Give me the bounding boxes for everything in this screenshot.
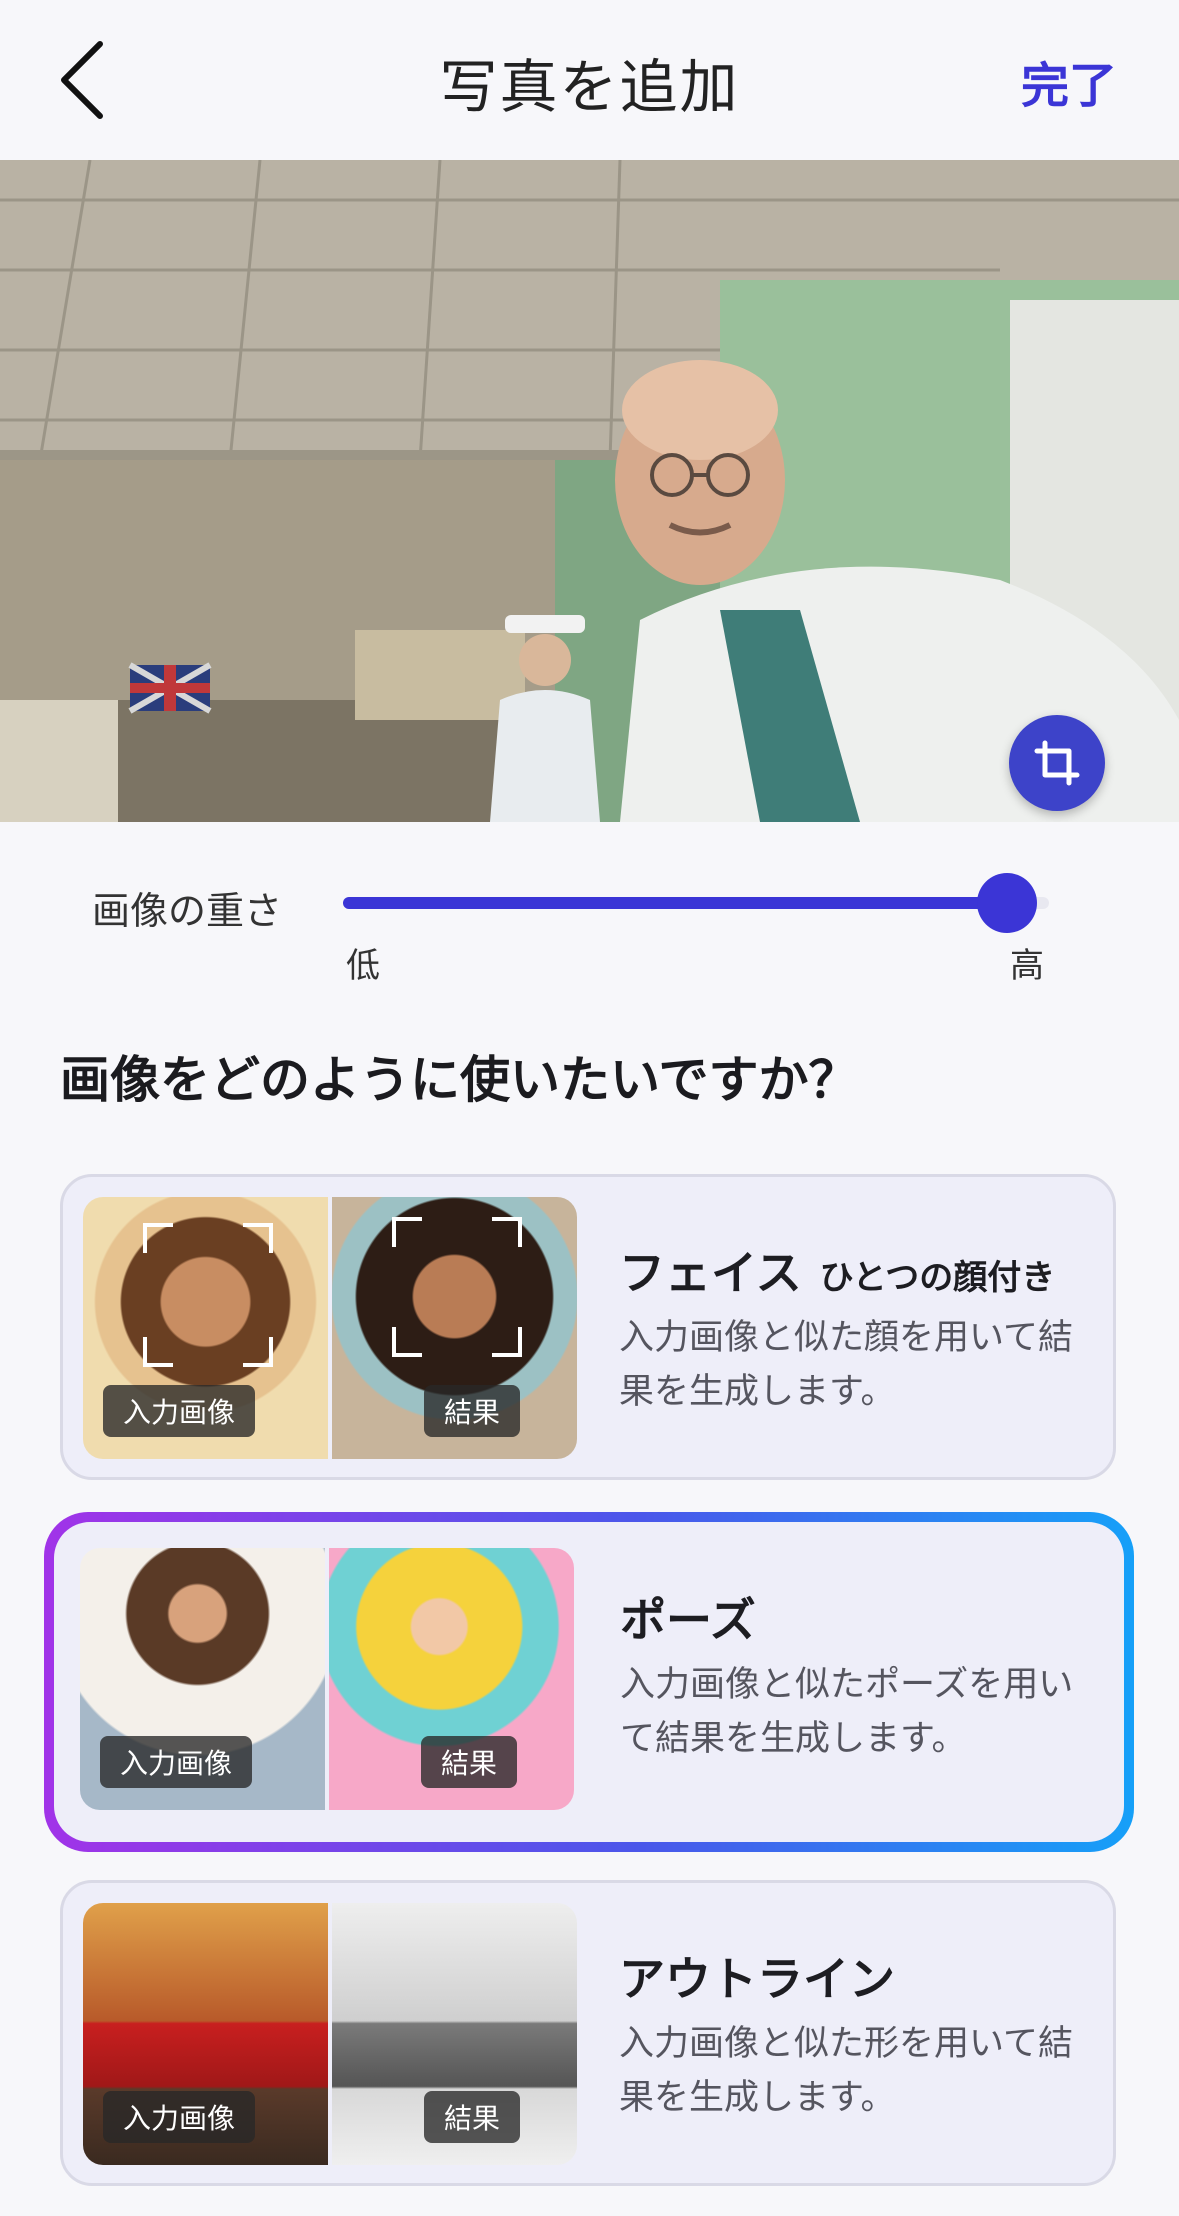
option-title: アウトライン <box>619 1943 895 2009</box>
crop-icon <box>1034 740 1080 786</box>
option-title-text: アウトライン <box>619 1952 895 2006</box>
input-image-tag: 入力画像 <box>103 2091 256 2143</box>
done-button[interactable]: 完了 <box>1021 46 1117 116</box>
add-photo-sheet: 写真を追加 完了 画像の重さ 低 高 画像をどのように使いたいですか？ 入力画像… <box>0 0 1179 2216</box>
image-weight-slider[interactable] <box>343 873 1049 933</box>
usage-question: 画像をどのように使いたいですか？ <box>60 1051 859 1109</box>
option-description: 入力画像と似た顔を用いて結果を生成します。 <box>619 1318 1073 1412</box>
photo-illustration <box>0 160 1179 822</box>
outline-example-images: 入力画像 結果 <box>83 1903 577 2165</box>
outline-result-image: 結果 <box>332 1903 577 2165</box>
pose-result-image: 結果 <box>329 1548 574 1810</box>
option-outline[interactable]: 入力画像 結果 アウトライン 入力画像と似た形を用いて結果を生成します。 <box>60 1880 1116 2186</box>
option-pose-inner: 入力画像 結果 ポーズ 入力画像と似たポーズを用いて結果を生成します。 <box>54 1522 1124 1842</box>
uploaded-photo <box>0 160 1179 822</box>
face-frame-corner <box>492 1217 522 1247</box>
input-image-tag: 入力画像 <box>103 1385 256 1437</box>
slider-low-label: 低 <box>346 946 380 986</box>
crop-button[interactable] <box>1009 715 1105 811</box>
option-title-text: フェイス <box>619 1246 802 1300</box>
page-title: 写真を追加 <box>439 53 740 121</box>
result-tag: 結果 <box>424 2091 521 2143</box>
option-description: 入力画像と似た形を用いて結果を生成します。 <box>619 2024 1073 2118</box>
option-description: 入力画像と似たポーズを用いて結果を生成します。 <box>620 1665 1074 1759</box>
slider-thumb[interactable] <box>976 873 1037 933</box>
result-tag: 結果 <box>421 1736 518 1788</box>
result-tag: 結果 <box>424 1385 521 1437</box>
option-subtitle: ひとつの顔付き <box>819 1258 1056 1298</box>
face-frame-corner <box>243 1337 273 1367</box>
header: 写真を追加 完了 <box>0 0 1179 160</box>
option-title: ポーズ <box>620 1584 756 1650</box>
option-title: フェイス ひとつの顔付き <box>619 1237 1055 1303</box>
image-weight-label: 画像の重さ <box>92 889 283 933</box>
outline-input-image: 入力画像 <box>83 1903 328 2165</box>
face-frame-corner <box>143 1223 173 1253</box>
face-frame-corner <box>243 1223 273 1253</box>
face-example-images: 入力画像 結果 <box>83 1197 577 1459</box>
face-frame-corner <box>392 1217 422 1247</box>
pose-input-image: 入力画像 <box>80 1548 325 1810</box>
slider-high-label: 高 <box>1010 946 1044 986</box>
face-result-image: 結果 <box>332 1197 577 1459</box>
option-face[interactable]: 入力画像 結果 フェイス ひとつの顔付き 入力画像と似た顔を用いて結果を生成します… <box>60 1174 1116 1480</box>
face-frame-corner <box>392 1327 422 1357</box>
option-pose[interactable]: 入力画像 結果 ポーズ 入力画像と似たポーズを用いて結果を生成します。 <box>44 1512 1134 1852</box>
input-image-tag: 入力画像 <box>100 1736 253 1788</box>
face-input-image: 入力画像 <box>83 1197 328 1459</box>
slider-fill <box>343 897 1007 909</box>
pose-example-images: 入力画像 結果 <box>80 1548 574 1810</box>
face-frame-corner <box>143 1337 173 1367</box>
face-frame-corner <box>492 1327 522 1357</box>
option-title-text: ポーズ <box>620 1593 756 1647</box>
